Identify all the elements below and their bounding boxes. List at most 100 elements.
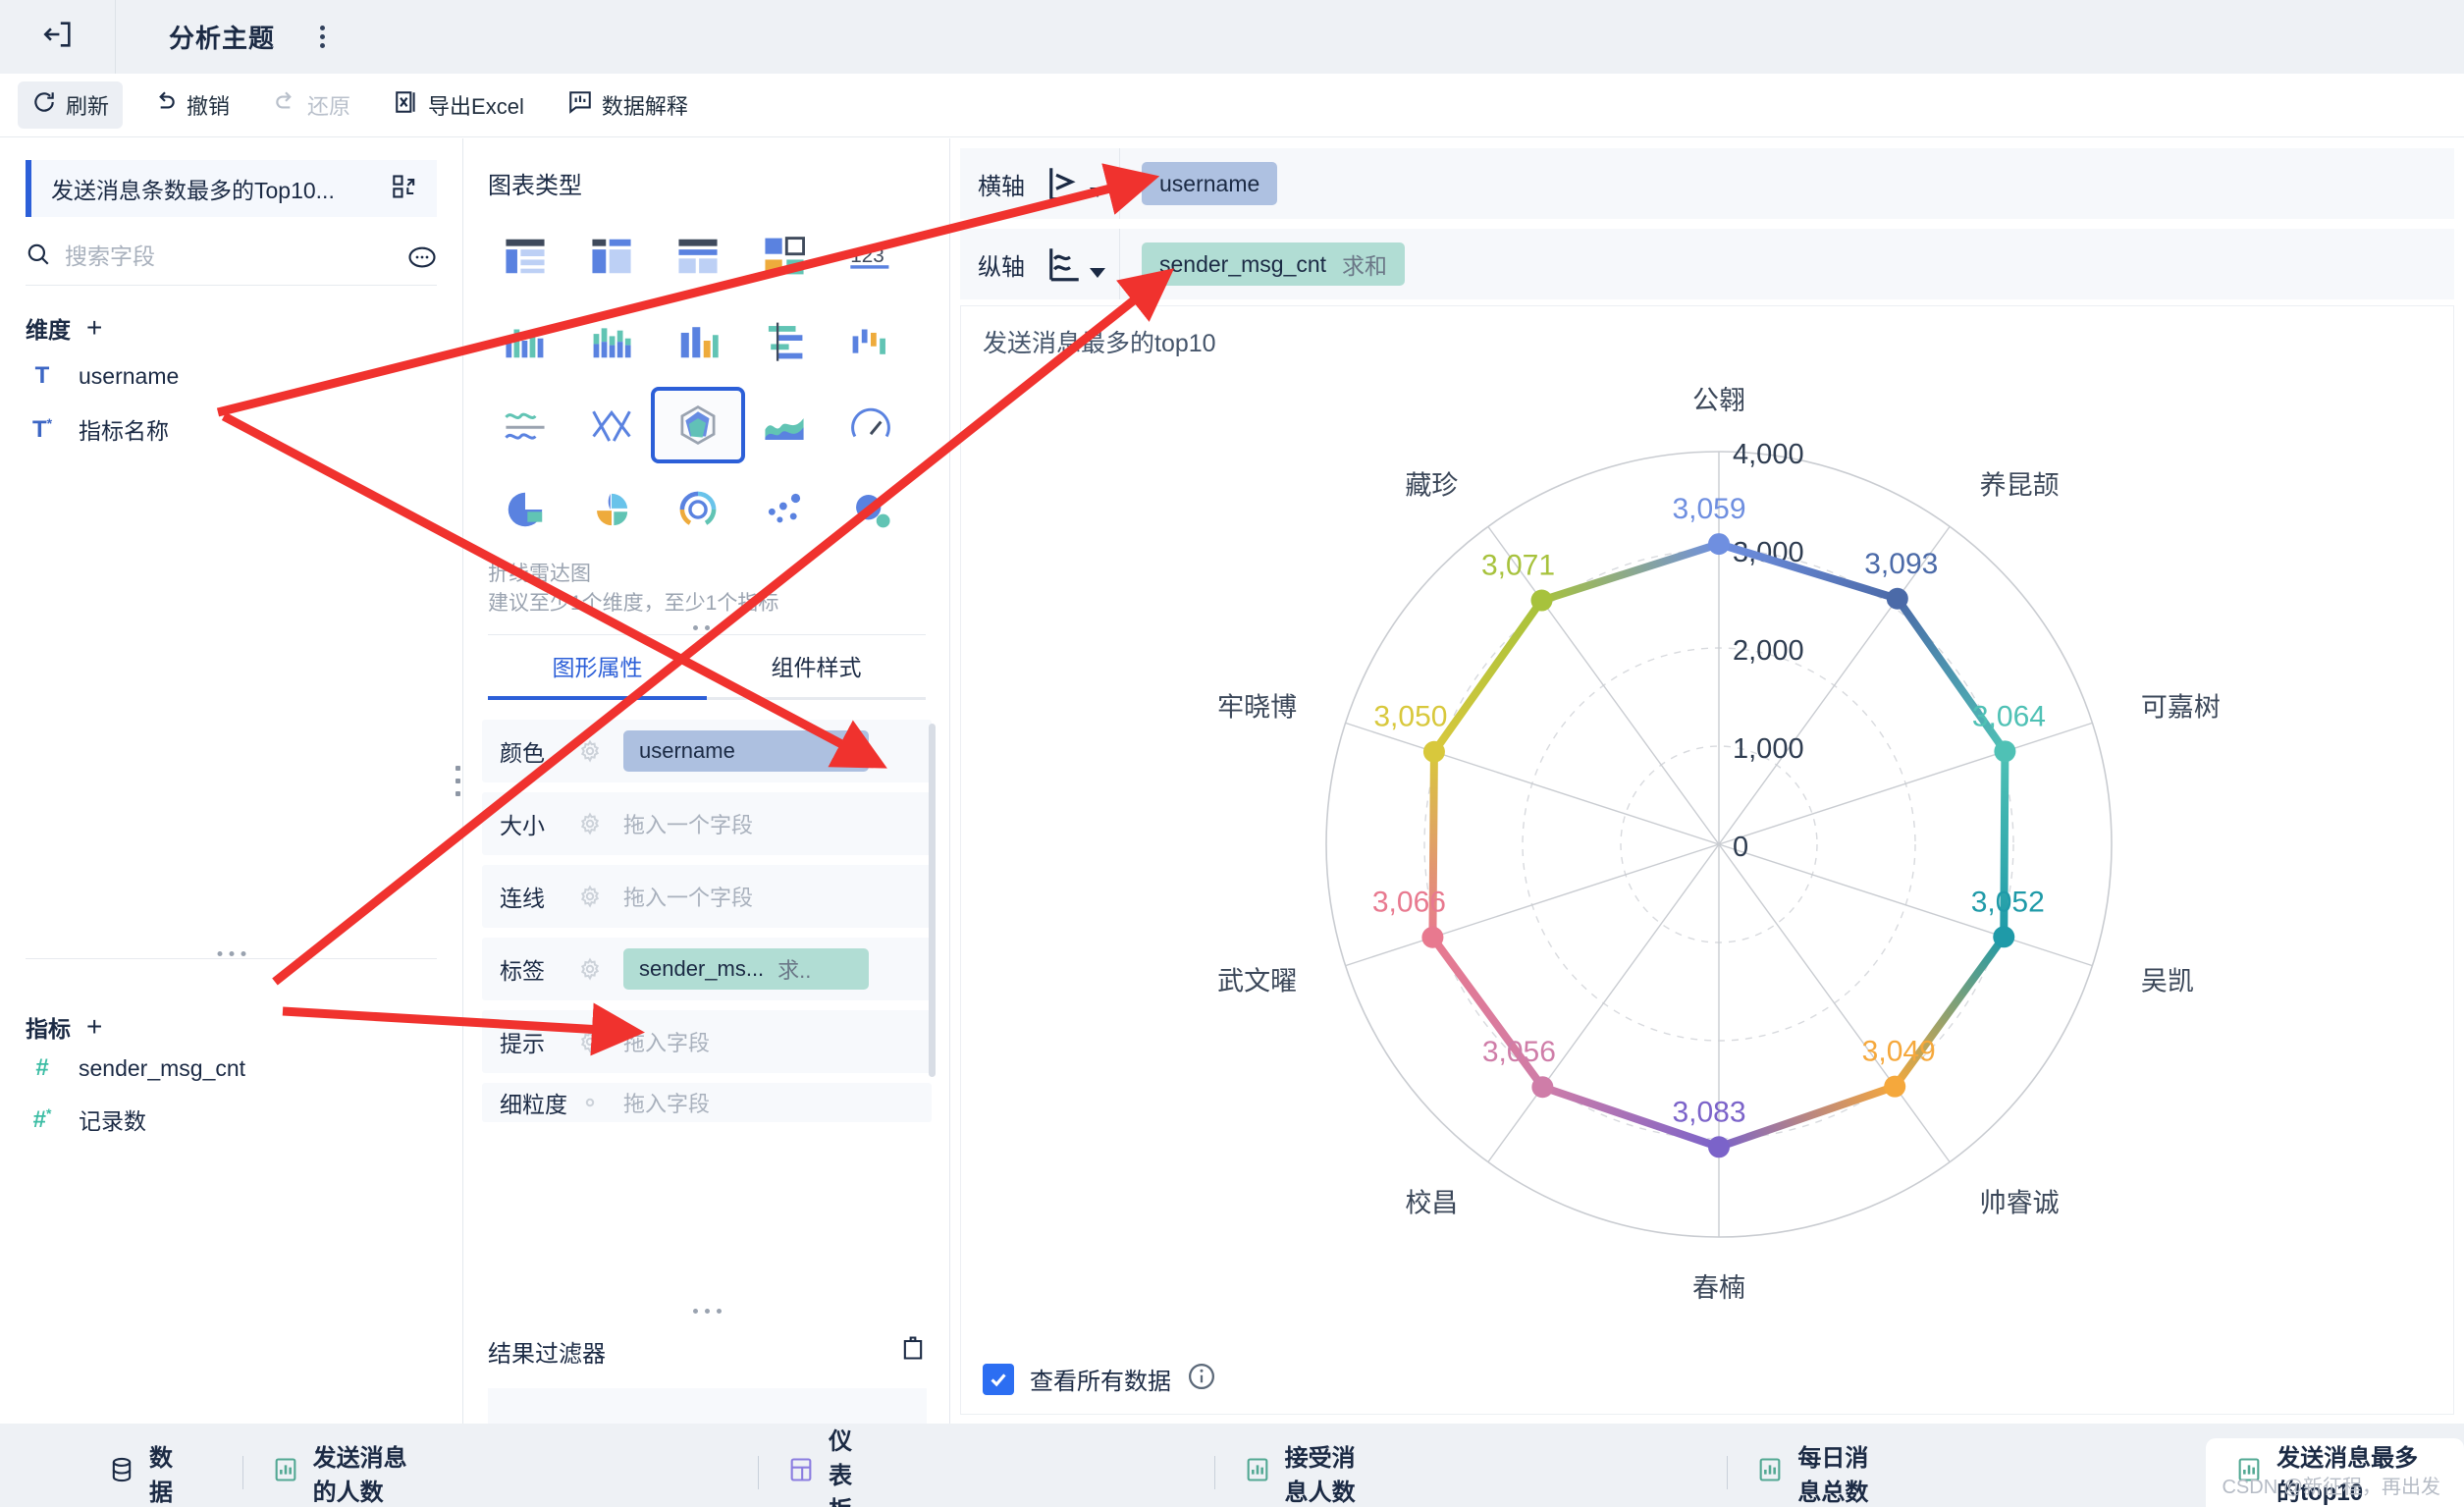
chart-type-grouped-column[interactable] <box>482 306 568 375</box>
pill-field-name: sender_ms... <box>639 955 765 981</box>
property-label: 细粒度 <box>500 1091 567 1117</box>
gear-icon[interactable] <box>578 957 602 981</box>
text-field-icon: T <box>34 362 50 389</box>
property-scrollbar[interactable] <box>929 723 936 1077</box>
property-pill[interactable]: username <box>623 729 869 772</box>
property-label: 连线 <box>500 885 545 911</box>
chart-type-waterfall[interactable] <box>828 306 914 375</box>
chart-type-column[interactable] <box>655 306 741 375</box>
svg-text:春楠: 春楠 <box>1692 1273 1745 1303</box>
redo-button[interactable]: 还原 <box>259 81 364 129</box>
field-item-sender-msg-cnt[interactable]: # sender_msg_cnt <box>26 1047 438 1090</box>
property-row-tooltip[interactable]: 提示 拖入字段 <box>482 1009 932 1073</box>
chart-type-scatter[interactable] <box>741 475 828 544</box>
property-row-size[interactable]: 大小 拖入一个字段 <box>482 791 932 855</box>
filter-clear-icon[interactable] <box>899 1334 927 1369</box>
back-button[interactable] <box>0 0 116 74</box>
show-all-data-row[interactable]: 查看所有数据 <box>983 1362 1216 1396</box>
chart-type-gauge[interactable] <box>828 391 914 459</box>
search-input[interactable] <box>65 243 320 270</box>
gear-icon[interactable] <box>578 1091 602 1114</box>
show-all-data-checkbox[interactable] <box>983 1363 1014 1395</box>
property-placeholder: 拖入一个字段 <box>623 885 754 910</box>
svg-text:公翱: 公翱 <box>1692 386 1745 415</box>
add-measure-button[interactable]: + <box>86 1011 102 1043</box>
gear-icon[interactable] <box>578 885 602 908</box>
tab-component-style[interactable]: 组件样式 <box>707 649 926 700</box>
chart-type-detail-table[interactable] <box>655 222 741 291</box>
property-row-color[interactable]: 颜色 username <box>482 719 932 782</box>
chart-type-number-kpi[interactable]: 123 <box>828 222 914 291</box>
chart-type-stacked-column[interactable] <box>568 306 655 375</box>
data-explain-button[interactable]: 数据解释 <box>554 81 702 129</box>
x-axis-field-pill[interactable]: username <box>1142 162 1278 205</box>
y-axis-field-pill[interactable]: sender_msg_cnt 求和 <box>1142 242 1406 286</box>
x-axis-dropdown-caret[interactable] <box>1090 188 1105 197</box>
chart-type-pie[interactable] <box>482 475 568 544</box>
undo-icon <box>152 89 178 121</box>
redo-icon <box>273 89 298 121</box>
chart-type-area-line[interactable] <box>482 391 568 459</box>
chart-type-kpi-group[interactable] <box>741 222 828 291</box>
chart-type-bar[interactable] <box>741 306 828 375</box>
x-axis-shelf[interactable]: 横轴 username <box>960 148 2454 219</box>
tab-graph-properties[interactable]: 图形属性 <box>488 649 707 700</box>
chart-type-table[interactable] <box>482 222 568 291</box>
gear-icon[interactable] <box>578 812 602 835</box>
x-axis-label: 横轴 <box>978 173 1025 200</box>
property-pill[interactable]: sender_ms... 求.. <box>623 947 869 990</box>
chart-type-cross-table[interactable] <box>568 222 655 291</box>
bottom-tab-sender-count[interactable]: 发送消息的人数 <box>241 1438 455 1507</box>
undo-button[interactable]: 撤销 <box>138 81 243 129</box>
chart-type-bubble[interactable] <box>828 475 914 544</box>
more-vertical-icon[interactable] <box>320 26 326 48</box>
panel-splitter <box>26 958 437 959</box>
field-item-metric-name[interactable]: T* 指标名称 <box>26 407 437 451</box>
refresh-button[interactable]: 刷新 <box>18 81 124 129</box>
field-item-username[interactable]: T username <box>26 354 437 398</box>
x-axis-icon <box>1043 163 1084 204</box>
chart-type-radar-line[interactable] <box>651 387 745 463</box>
filter-resize-handle[interactable] <box>464 1309 949 1314</box>
undo-label: 撤销 <box>187 94 231 119</box>
property-row-label[interactable]: 标签 sender_ms... 求.. <box>482 937 932 1000</box>
bottom-tab-label: 每日消息总数 <box>1797 1445 1869 1506</box>
gear-icon[interactable] <box>578 739 602 763</box>
chart-type-area[interactable] <box>741 391 828 459</box>
field-label: 指标名称 <box>79 418 169 444</box>
field-item-record-count[interactable]: #* 记录数 <box>26 1098 438 1141</box>
export-excel-button[interactable]: 导出Excel <box>380 81 538 129</box>
splitter-handle[interactable] <box>217 951 245 956</box>
info-icon[interactable] <box>1187 1362 1216 1396</box>
property-row-line[interactable]: 连线 拖入一个字段 <box>482 864 932 928</box>
gear-icon[interactable] <box>578 1030 602 1053</box>
radar-chart-svg[interactable]: 公翱养昆颉可嘉树吴凯帅睿诚春楠校昌武文曜牢晓博藏珍01,0002,0003,00… <box>961 353 2455 1335</box>
svg-text:1,000: 1,000 <box>1733 733 1804 765</box>
svg-text:2,000: 2,000 <box>1733 635 1804 667</box>
switch-dataset-icon[interactable] <box>392 173 419 205</box>
add-dimension-button[interactable]: + <box>86 312 102 344</box>
more-circle-icon[interactable] <box>407 242 437 272</box>
property-row-granularity[interactable]: 细粒度 拖入字段 <box>482 1082 932 1122</box>
export-excel-label: 导出Excel <box>428 94 524 119</box>
radar-chart[interactable]: 公翱 养昆颉 可嘉树 吴凯 帅睿诚 春楠 校昌 武文曜 牢晓博 藏珍 0 1,000 2,000 3,00… <box>961 353 2455 1335</box>
bottom-tab-dashboard[interactable]: 仪表板 <box>758 1428 899 1507</box>
svg-text:3,056: 3,056 <box>1482 1036 1556 1068</box>
bottom-tab-daily-total[interactable]: 每日消息总数 <box>1727 1438 1921 1507</box>
pill-field-name: sender_msg_cnt <box>1159 250 1327 277</box>
y-axis-dropdown-caret[interactable] <box>1090 268 1105 278</box>
bottom-tab-data[interactable]: 数据 <box>79 1438 203 1507</box>
bottom-tab-receive-count[interactable]: 接受消息人数 <box>1213 1438 1409 1507</box>
svg-text:3,052: 3,052 <box>1971 886 2045 918</box>
dashboard-icon <box>787 1456 815 1490</box>
section-resize-handle[interactable] <box>464 624 949 630</box>
svg-text:3,093: 3,093 <box>1864 548 1938 580</box>
chart-type-rose-pie[interactable] <box>568 475 655 544</box>
property-placeholder: 拖入字段 <box>623 1030 711 1055</box>
chart-type-donut-multi[interactable] <box>655 475 741 544</box>
y-axis-icon <box>1043 243 1084 285</box>
y-axis-shelf[interactable]: 纵轴 sender_msg_cnt 求和 <box>960 229 2454 299</box>
dataset-chip[interactable]: 发送消息条数最多的Top10... <box>26 160 437 217</box>
chart-type-intersect-line[interactable] <box>568 391 655 459</box>
chart-type-title: 图表类型 <box>488 173 582 199</box>
